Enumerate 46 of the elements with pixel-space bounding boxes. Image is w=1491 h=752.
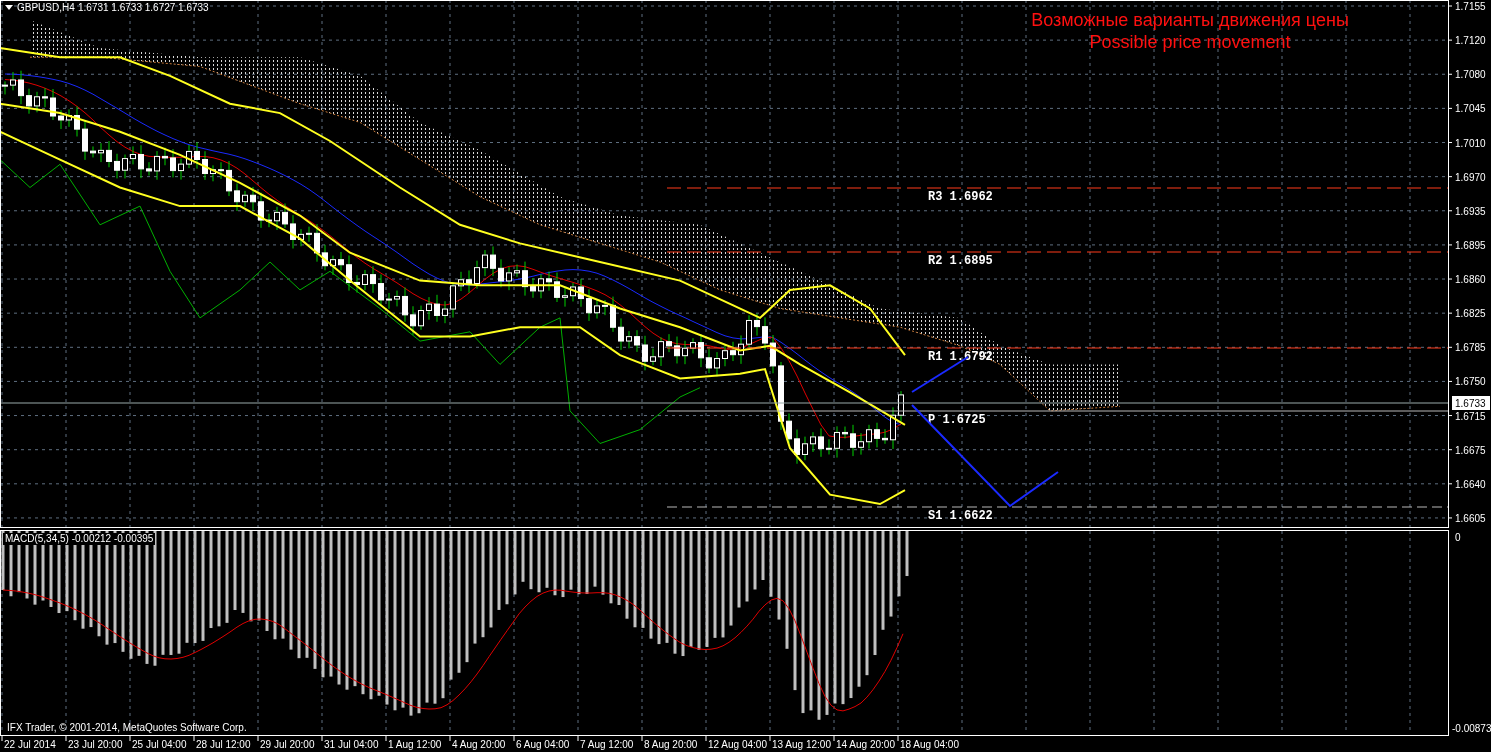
price-axis-label: 1.6715 [1455,410,1486,422]
indicator-axis-label: 0 [1455,532,1461,543]
time-axis-label: 12 Aug 04:00 [708,739,767,750]
time-axis-label: 25 Jul 04:00 [132,739,187,750]
time-axis-label: 1 Aug 12:00 [388,739,442,750]
time-axis-label: 29 Jul 20:00 [260,739,315,750]
dropdown-triangle-icon[interactable] [5,5,13,10]
price-axis-label: 1.6785 [1455,342,1486,354]
price-axis-label: 1.6640 [1455,478,1486,490]
price-axis-label: 1.6860 [1455,274,1486,286]
chart-title: Possible price movement [1089,32,1291,52]
time-axis-label: 23 Jul 20:00 [68,739,123,750]
price-axis-label: 1.6750 [1455,376,1486,388]
price-axis-label: 1.6935 [1455,205,1486,217]
current-price-label: 1.6733 [1452,396,1490,410]
price-axis-label: 1.6675 [1455,444,1486,456]
indicator-label: MACD(5,34,5) -0.00212 -0.00395 [3,533,155,545]
time-axis-label: 22 Jul 2014 [4,739,56,750]
pivot-label: P 1.6725 [928,413,986,427]
time-axis-label: 28 Jul 12:00 [196,739,251,750]
price-quotes: 1.6731 1.6733 1.6727 1.6733 [78,2,209,13]
time-axis-label: 18 Aug 04:00 [900,739,959,750]
price-axis-label: 1.6825 [1455,308,1486,320]
price-axis-label: 1.7080 [1455,69,1486,81]
time-axis-label: 7 Aug 12:00 [580,739,634,750]
time-axis-label: 6 Aug 04:00 [516,739,570,750]
time-axis-label: 4 Aug 20:00 [452,739,506,750]
pivot-label: R2 1.6895 [928,254,993,268]
indicator-axis-label: -0.00873 [1452,723,1491,734]
price-axis-label: 1.6970 [1455,171,1486,183]
time-axis-label: 13 Aug 12:00 [772,739,831,750]
pivot-label: R1 1.6792 [928,350,993,364]
time-axis-label: 8 Aug 20:00 [644,739,698,750]
chart-title: Возможные варианты движения цены [1031,10,1349,30]
price-axis-label: 1.7155 [1455,1,1486,12]
price-axis-label: 1.7120 [1455,35,1486,47]
pivot-label: R3 1.6962 [928,190,993,204]
pivot-label: S1 1.6622 [928,509,993,523]
price-axis-label: 1.7045 [1455,103,1486,115]
price-axis-label: 1.6895 [1455,239,1486,251]
time-axis-label: 31 Jul 04:00 [324,739,379,750]
symbol-label: GBPUSD,H4 [17,2,75,13]
price-axis-label: 1.7010 [1455,137,1486,149]
price-axis-label: 1.6605 [1455,512,1486,524]
copyright-text: IFX Trader, © 2001-2014, MetaQuotes Software Corp. [7,722,247,733]
time-axis-label: 14 Aug 20:00 [836,739,895,750]
